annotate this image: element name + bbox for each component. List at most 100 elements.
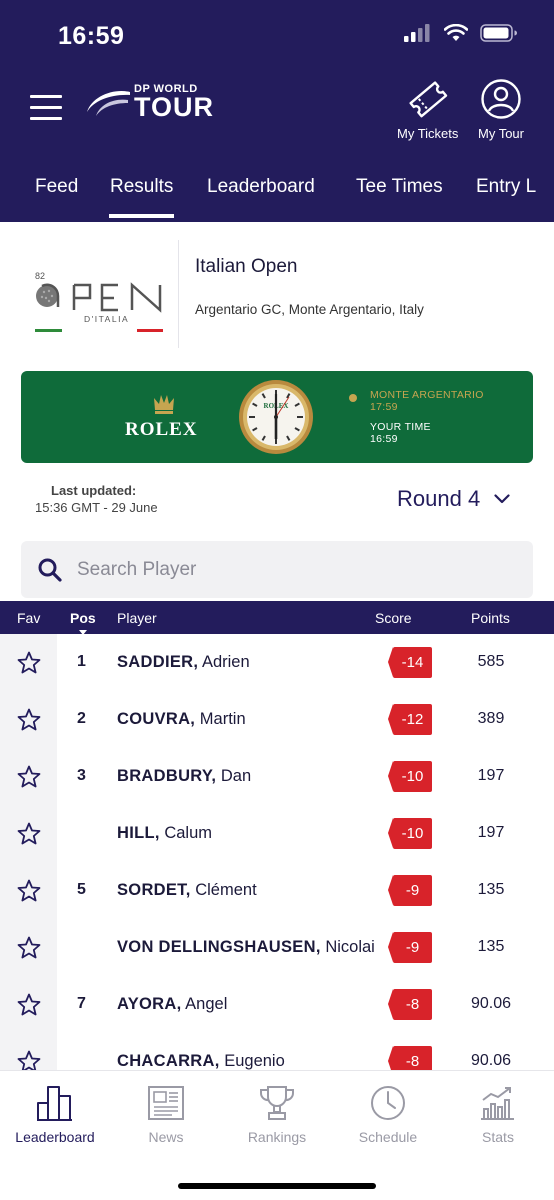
table-row[interactable]: 1 SADDIER, Adrien -14 585 — [0, 634, 554, 691]
menu-button[interactable] — [30, 95, 62, 121]
favorite-star-icon[interactable] — [17, 936, 41, 959]
nav-stats[interactable]: Stats — [443, 1083, 553, 1145]
header-player[interactable]: Player — [117, 610, 157, 626]
tab-results[interactable]: Results — [108, 176, 175, 218]
event-tabs: Feed Results Leaderboard Tee Times Entry… — [0, 170, 554, 222]
player-first-name: Eugenio — [224, 1052, 285, 1070]
menu-line — [30, 106, 62, 109]
score-badge: -9 — [388, 875, 432, 906]
table-row[interactable]: VON DELLINGSHAUSEN, Nicolai -9 135 — [0, 919, 554, 976]
score-badge: -8 — [388, 1046, 432, 1070]
home-indicator — [178, 1183, 376, 1189]
player-first-name: Dan — [220, 767, 252, 785]
table-row[interactable]: HILL, Calum -10 197 — [0, 805, 554, 862]
row-position: 2 — [77, 710, 86, 727]
nav-rankings[interactable]: Rankings — [222, 1083, 332, 1145]
nav-news[interactable]: News — [111, 1083, 221, 1145]
header-score[interactable]: Score — [375, 610, 412, 626]
table-row[interactable]: 5 SORDET, Clément -9 135 — [0, 862, 554, 919]
favorite-star-icon[interactable] — [17, 1050, 41, 1070]
chevron-down-icon — [494, 494, 510, 504]
player-last-name: VON DELLINGSHAUSEN, — [117, 938, 321, 956]
header-points[interactable]: Points — [471, 610, 510, 626]
favorite-star-icon[interactable] — [17, 651, 41, 674]
favorite-star-icon[interactable] — [17, 708, 41, 731]
search-bar[interactable] — [21, 541, 533, 598]
row-points: 197 — [477, 824, 505, 841]
round-selector[interactable]: Round 4 — [397, 486, 510, 512]
player-last-name: SORDET, — [117, 881, 191, 899]
row-player[interactable]: SORDET, Clément — [117, 881, 257, 900]
logo-swoosh-icon — [87, 90, 130, 116]
status-icons — [404, 24, 518, 42]
leaderboard-bars-icon — [37, 1086, 72, 1121]
player-last-name: AYORA, — [117, 995, 182, 1013]
menu-line — [30, 95, 62, 98]
row-player[interactable]: SADDIER, Adrien — [117, 653, 250, 672]
my-tickets-button[interactable]: My Tickets — [397, 78, 458, 141]
ticket-icon — [409, 81, 447, 118]
tab-leaderboard[interactable]: Leaderboard — [207, 176, 315, 198]
table-row[interactable]: 3 BRADBURY, Dan -10 197 — [0, 748, 554, 805]
favorite-star-icon[interactable] — [17, 822, 41, 845]
nav-schedule[interactable]: Schedule — [333, 1083, 443, 1145]
favorite-star-icon[interactable] — [17, 993, 41, 1016]
header-pos[interactable]: Pos — [70, 610, 96, 635]
favorite-star-icon[interactable] — [17, 879, 41, 902]
dp-world-tour-logo[interactable]: DP WORLD TOUR — [84, 84, 214, 121]
open-italia-logo: 82 D'ITALIA — [35, 271, 163, 332]
player-first-name: Calum — [164, 824, 213, 842]
my-tour-button[interactable]: My Tour — [478, 78, 524, 141]
favorite-star-icon[interactable] — [17, 765, 41, 788]
leaderboard-list: 1 SADDIER, Adrien -14 585 2 COUVRA, Mart… — [0, 634, 554, 1070]
score-badge: -14 — [388, 647, 432, 678]
row-player[interactable]: VON DELLINGSHAUSEN, Nicolai — [117, 938, 375, 957]
table-row[interactable]: 7 AYORA, Angel -8 90.06 — [0, 976, 554, 1033]
rolex-clock-banner[interactable]: ROLEX ROLEX MONTE ARGENTARIO 17:59 YOUR … — [21, 371, 533, 463]
row-points: 389 — [477, 710, 505, 727]
battery-icon — [480, 24, 517, 42]
player-first-name: Adrien — [201, 653, 250, 671]
nav-leaderboard-label: Leaderboard — [15, 1129, 95, 1145]
row-player[interactable]: BRADBURY, Dan — [117, 767, 251, 786]
table-row[interactable]: 2 COUVRA, Martin -12 389 — [0, 691, 554, 748]
search-player-input[interactable] — [77, 541, 517, 598]
row-player[interactable]: AYORA, Angel — [117, 995, 227, 1014]
table-row[interactable]: CHACARRA, Eugenio -8 90.06 — [0, 1033, 554, 1070]
nav-leaderboard[interactable]: Leaderboard — [0, 1083, 110, 1145]
score-badge: -12 — [388, 704, 432, 735]
logo-subtitle: D'ITALIA — [84, 314, 129, 324]
score-badge: -9 — [388, 932, 432, 963]
rolex-brand: ROLEX — [125, 419, 198, 440]
search-icon — [38, 558, 62, 582]
row-player[interactable]: COUVRA, Martin — [117, 710, 246, 729]
event-divider — [178, 240, 179, 348]
row-player[interactable]: HILL, Calum — [117, 824, 212, 843]
player-last-name: SADDIER, — [117, 653, 199, 671]
row-position: 5 — [77, 881, 86, 898]
player-first-name: Angel — [185, 995, 228, 1013]
row-points: 90.06 — [470, 995, 512, 1012]
nav-rankings-label: Rankings — [247, 1129, 307, 1145]
row-player[interactable]: CHACARRA, Eugenio — [117, 1052, 285, 1070]
nav-news-label: News — [148, 1129, 184, 1145]
tab-entry-list[interactable]: Entry L — [476, 176, 536, 198]
event-info: 82 D'ITALIA Italian Open Argentario GC, … — [0, 222, 554, 352]
logo-big-text: TOUR — [134, 92, 215, 122]
nav-stats-label: Stats — [482, 1129, 514, 1145]
row-points: 135 — [477, 881, 505, 898]
rolex-location-time: 17:59 — [370, 401, 398, 413]
event-venue: Argentario GC, Monte Argentario, Italy — [195, 302, 424, 317]
newspaper-icon — [148, 1086, 184, 1120]
status-time: 16:59 — [58, 22, 125, 50]
tab-tee-times[interactable]: Tee Times — [356, 176, 443, 198]
tab-feed[interactable]: Feed — [35, 176, 78, 198]
player-last-name: COUVRA, — [117, 710, 196, 728]
score-badge: -10 — [388, 761, 432, 792]
player-last-name: BRADBURY, — [117, 767, 217, 785]
my-tour-label: My Tour — [478, 126, 524, 141]
rolex-crown-icon — [154, 395, 174, 414]
event-title: Italian Open — [195, 256, 298, 277]
trophy-icon — [259, 1086, 295, 1120]
player-first-name: Nicolai — [325, 938, 375, 956]
